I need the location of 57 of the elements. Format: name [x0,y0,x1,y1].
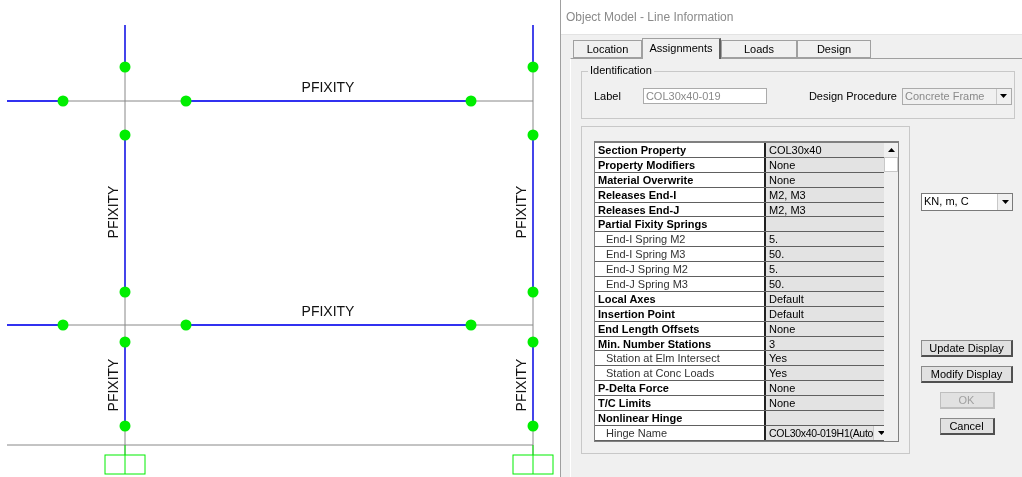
scroll-bar[interactable] [884,143,898,441]
units-dropdown[interactable]: KN, m, C [921,193,1013,211]
hinge-dot [119,129,131,141]
property-value[interactable]: 5. [766,262,884,276]
hinge-dot [180,95,192,107]
hinge-dot [527,61,539,73]
dialog-button[interactable]: Cancel [939,418,995,435]
hinge-dot [180,319,192,331]
hinge-dot [527,420,539,432]
property-name: Section Property [595,143,766,157]
support-icon [512,444,554,475]
scroll-up-icon [887,148,895,152]
window-title: Object Model - Line Information [566,10,734,24]
tab[interactable]: Design [797,40,871,58]
caret-icon [877,430,885,435]
caret-icon [1000,94,1008,98]
dialog-button[interactable]: Update Display [921,340,1013,357]
property-name: Partial Fixity Springs [595,217,766,232]
support-icon [104,444,146,475]
hinge-dot [119,336,131,348]
member-label: PFIXITY [301,79,355,95]
field-label: Design Procedure [808,90,897,102]
member-label: PFIXITY [513,358,529,412]
property-value[interactable]: None [766,396,884,411]
hinge-dot [465,95,477,107]
member-label: PFIXITY [105,185,121,239]
property-value[interactable]: 50. [766,247,884,262]
property-value[interactable]: Yes [766,351,884,366]
property-value[interactable]: None [766,381,884,396]
field-label: Label [594,90,621,102]
property-value[interactable] [766,217,884,232]
member-label: PFIXITY [513,185,529,239]
hinge-dot [465,319,477,331]
property-name: T/C Limits [595,396,766,411]
tab[interactable]: Assignments [642,38,721,59]
tab[interactable]: Loads [721,40,797,58]
hinge-dot [57,95,69,107]
property-value[interactable]: Yes [766,366,884,381]
property-value[interactable]: 5. [766,232,884,247]
hinge-dot [57,319,69,331]
hinge-dot [119,61,131,73]
hinge-dot [527,129,539,141]
hinge-dot [527,286,539,298]
hinge-dot [527,336,539,348]
member-label: PFIXITY [301,303,355,319]
caret-icon [1001,200,1009,204]
property-name: Nonlinear Hinge [595,411,766,425]
scroll-thumb[interactable] [884,157,898,172]
member-label: PFIXITY [105,358,121,412]
tab[interactable]: Location [573,40,642,58]
property-name: P-Delta Force [595,381,766,396]
hinge-dot [119,286,131,298]
dialog-button[interactable]: Modify Display [921,366,1013,383]
property-value[interactable]: COL30x40 [766,143,884,157]
property-value[interactable]: 50. [766,277,884,291]
group-title: Identification [588,64,654,76]
hinge-dot [119,420,131,432]
